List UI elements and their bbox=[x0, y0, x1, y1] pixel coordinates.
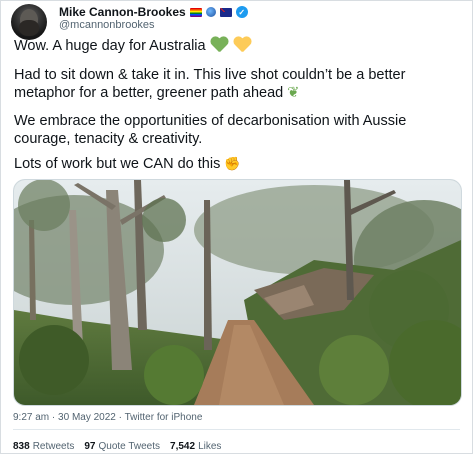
verified-badge-icon: ✓ bbox=[235, 6, 248, 18]
quote-tweets-count: 97 bbox=[84, 441, 96, 452]
seedling-icon: ❦ bbox=[287, 85, 300, 101]
quote-tweets-stat[interactable]: 97 Quote Tweets bbox=[84, 441, 160, 452]
retweets-stat[interactable]: 838 Retweets bbox=[13, 441, 74, 452]
author-name-row[interactable]: Mike Cannon-Brookes ✓ bbox=[59, 5, 248, 19]
tweet-date[interactable]: 30 May 2022 bbox=[58, 412, 116, 423]
tweet-line-3: We embrace the opportunities of decarbon… bbox=[14, 112, 464, 148]
tweet-source[interactable]: Twitter for iPhone bbox=[125, 412, 203, 423]
green-heart-icon bbox=[210, 37, 229, 52]
raised-fist-icon: ✊ bbox=[224, 157, 241, 172]
tweet-time[interactable]: 9:27 am bbox=[13, 412, 49, 423]
tweet-line-2: Had to sit down & take it in. This live … bbox=[14, 66, 464, 102]
avatar-beard bbox=[19, 20, 39, 36]
yellow-heart-icon bbox=[233, 37, 252, 52]
divider bbox=[13, 429, 460, 430]
tweet-line-4: Lots of work but we CAN do this ✊ bbox=[14, 155, 241, 174]
rainbow-flag-icon bbox=[189, 7, 202, 17]
likes-count: 7,542 bbox=[170, 441, 196, 452]
engagement-stats: 838 Retweets 97 Quote Tweets 7,542 Likes bbox=[13, 441, 221, 452]
retweets-count: 838 bbox=[13, 441, 30, 452]
avatar[interactable] bbox=[11, 4, 47, 40]
tweet-line-4-text: Lots of work but we CAN do this bbox=[14, 156, 221, 172]
tweet-line-2-text: Had to sit down & take it in. This live … bbox=[14, 67, 406, 101]
tweet-meta: 9:27 am · 30 May 2022 · Twitter for iPho… bbox=[13, 412, 202, 423]
photo-illustration bbox=[14, 180, 461, 405]
meta-separator: · bbox=[118, 412, 122, 423]
retweets-label: Retweets bbox=[32, 441, 75, 452]
author-handle[interactable]: @mcannonbrookes bbox=[59, 19, 155, 31]
quote-tweets-label: Quote Tweets bbox=[98, 441, 161, 452]
globe-icon bbox=[205, 7, 216, 17]
tweet-line-3-text: We embrace the opportunities of decarbon… bbox=[14, 113, 407, 147]
author-display-name[interactable]: Mike Cannon-Brookes bbox=[59, 5, 186, 19]
australian-flag-icon bbox=[219, 7, 232, 17]
tweet-line-1-text: Wow. A huge day for Australia bbox=[14, 38, 206, 54]
tweet-line-1: Wow. A huge day for Australia bbox=[14, 37, 252, 55]
forest-walking-track-photo[interactable] bbox=[13, 179, 462, 406]
likes-stat[interactable]: 7,542 Likes bbox=[170, 441, 221, 452]
likes-label: Likes bbox=[198, 441, 222, 452]
meta-separator: · bbox=[51, 412, 56, 423]
